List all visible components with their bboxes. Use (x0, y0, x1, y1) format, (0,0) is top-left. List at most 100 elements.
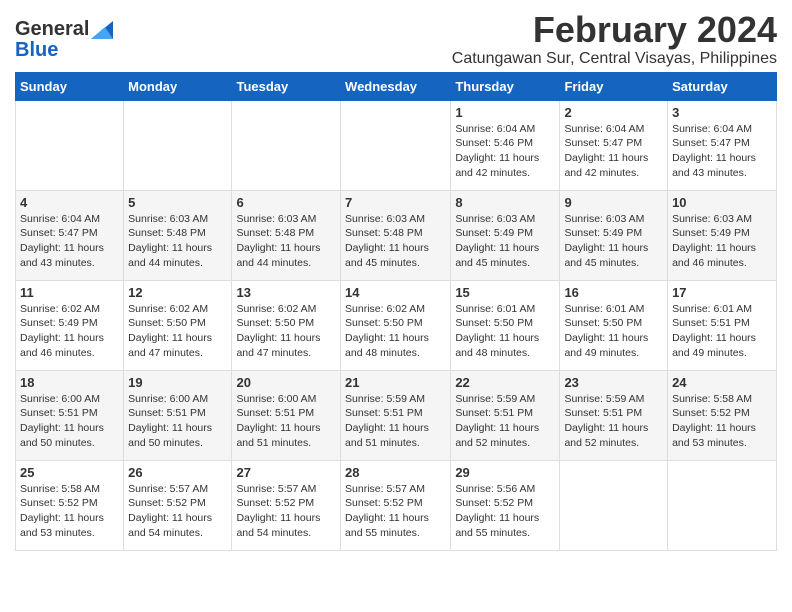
day-number: 17 (672, 285, 772, 300)
day-number: 14 (345, 285, 446, 300)
day-info: Sunrise: 5:58 AMSunset: 5:52 PMDaylight:… (20, 482, 119, 541)
calendar-cell: 11Sunrise: 6:02 AMSunset: 5:49 PMDayligh… (16, 280, 124, 370)
header-saturday: Saturday (668, 72, 777, 100)
calendar-week-row: 1 Sunrise: 6:04 AMSunset: 5:46 PMDaylight… (16, 100, 777, 190)
day-number: 22 (455, 375, 555, 390)
calendar-cell: 29Sunrise: 5:56 AMSunset: 5:52 PMDayligh… (451, 460, 560, 550)
day-number: 13 (236, 285, 336, 300)
day-info: Sunrise: 6:00 AMSunset: 5:51 PMDaylight:… (236, 392, 336, 451)
calendar-cell: 19 Sunrise: 6:00 AMSunset: 5:51 PMDayligh… (124, 370, 232, 460)
day-info: Sunrise: 5:59 AMSunset: 5:51 PMDaylight:… (564, 392, 663, 451)
day-info: Sunrise: 6:03 AMSunset: 5:48 PMDaylight:… (236, 212, 336, 271)
calendar-cell: 28 Sunrise: 5:57 AMSunset: 5:52 PMDayligh… (341, 460, 451, 550)
calendar-cell: 9Sunrise: 6:03 AMSunset: 5:49 PMDaylight… (560, 190, 668, 280)
day-info: Sunrise: 6:01 AMSunset: 5:51 PMDaylight:… (672, 302, 772, 361)
day-info: Sunrise: 6:04 AMSunset: 5:47 PMDaylight:… (672, 122, 772, 181)
logo-icon (91, 21, 113, 39)
calendar-cell: 12Sunrise: 6:02 AMSunset: 5:50 PMDayligh… (124, 280, 232, 370)
calendar-cell: 25 Sunrise: 5:58 AMSunset: 5:52 PMDayligh… (16, 460, 124, 550)
calendar-cell: 8 Sunrise: 6:03 AMSunset: 5:49 PMDaylight… (451, 190, 560, 280)
page-header: General Blue February 2024 Catungawan Su… (15, 10, 777, 68)
day-info: Sunrise: 5:57 AMSunset: 5:52 PMDaylight:… (345, 482, 446, 541)
logo: General Blue (15, 18, 113, 62)
day-info: Sunrise: 5:57 AMSunset: 5:52 PMDaylight:… (236, 482, 336, 541)
month-year-title: February 2024 (452, 10, 777, 50)
header-thursday: Thursday (451, 72, 560, 100)
calendar-cell (668, 460, 777, 550)
calendar-week-row: 4 Sunrise: 6:04 AMSunset: 5:47 PMDaylight… (16, 190, 777, 280)
calendar-week-row: 25 Sunrise: 5:58 AMSunset: 5:52 PMDayligh… (16, 460, 777, 550)
day-number: 10 (672, 195, 772, 210)
calendar-cell: 10 Sunrise: 6:03 AMSunset: 5:49 PMDayligh… (668, 190, 777, 280)
calendar-cell: 20 Sunrise: 6:00 AMSunset: 5:51 PMDayligh… (232, 370, 341, 460)
day-info: Sunrise: 6:04 AMSunset: 5:47 PMDaylight:… (20, 212, 119, 271)
header-sunday: Sunday (16, 72, 124, 100)
calendar-cell: 26 Sunrise: 5:57 AMSunset: 5:52 PMDayligh… (124, 460, 232, 550)
day-info: Sunrise: 6:02 AMSunset: 5:50 PMDaylight:… (128, 302, 227, 361)
calendar-cell: 14 Sunrise: 6:02 AMSunset: 5:50 PMDayligh… (341, 280, 451, 370)
header-monday: Monday (124, 72, 232, 100)
calendar-cell: 3 Sunrise: 6:04 AMSunset: 5:47 PMDaylight… (668, 100, 777, 190)
logo-blue: Blue (15, 39, 58, 62)
day-number: 8 (455, 195, 555, 210)
day-info: Sunrise: 6:04 AMSunset: 5:47 PMDaylight:… (564, 122, 663, 181)
calendar-cell (16, 100, 124, 190)
day-number: 29 (455, 465, 555, 480)
day-number: 18 (20, 375, 119, 390)
calendar-week-row: 11Sunrise: 6:02 AMSunset: 5:49 PMDayligh… (16, 280, 777, 370)
calendar-cell: 4 Sunrise: 6:04 AMSunset: 5:47 PMDaylight… (16, 190, 124, 280)
header-tuesday: Tuesday (232, 72, 341, 100)
day-number: 5 (128, 195, 227, 210)
location-subtitle: Catungawan Sur, Central Visayas, Philipp… (452, 50, 777, 68)
calendar-cell: 17 Sunrise: 6:01 AMSunset: 5:51 PMDayligh… (668, 280, 777, 370)
day-number: 28 (345, 465, 446, 480)
day-number: 21 (345, 375, 446, 390)
day-info: Sunrise: 6:03 AMSunset: 5:49 PMDaylight:… (564, 212, 663, 271)
calendar-cell: 5 Sunrise: 6:03 AMSunset: 5:48 PMDaylight… (124, 190, 232, 280)
day-number: 2 (564, 105, 663, 120)
day-number: 4 (20, 195, 119, 210)
day-info: Sunrise: 6:03 AMSunset: 5:48 PMDaylight:… (345, 212, 446, 271)
day-number: 20 (236, 375, 336, 390)
day-info: Sunrise: 5:57 AMSunset: 5:52 PMDaylight:… (128, 482, 227, 541)
day-number: 15 (455, 285, 555, 300)
day-info: Sunrise: 6:03 AMSunset: 5:49 PMDaylight:… (455, 212, 555, 271)
day-number: 24 (672, 375, 772, 390)
day-info: Sunrise: 6:00 AMSunset: 5:51 PMDaylight:… (128, 392, 227, 451)
calendar-cell: 23 Sunrise: 5:59 AMSunset: 5:51 PMDayligh… (560, 370, 668, 460)
calendar-cell: 24 Sunrise: 5:58 AMSunset: 5:52 PMDayligh… (668, 370, 777, 460)
day-number: 7 (345, 195, 446, 210)
calendar-cell: 15 Sunrise: 6:01 AMSunset: 5:50 PMDayligh… (451, 280, 560, 370)
header-friday: Friday (560, 72, 668, 100)
day-number: 1 (455, 105, 555, 120)
day-number: 25 (20, 465, 119, 480)
day-info: Sunrise: 6:03 AMSunset: 5:49 PMDaylight:… (672, 212, 772, 271)
calendar-cell: 13 Sunrise: 6:02 AMSunset: 5:50 PMDayligh… (232, 280, 341, 370)
calendar-cell: 27Sunrise: 5:57 AMSunset: 5:52 PMDayligh… (232, 460, 341, 550)
day-info: Sunrise: 5:58 AMSunset: 5:52 PMDaylight:… (672, 392, 772, 451)
day-info: Sunrise: 6:01 AMSunset: 5:50 PMDaylight:… (455, 302, 555, 361)
day-info: Sunrise: 5:59 AMSunset: 5:51 PMDaylight:… (455, 392, 555, 451)
calendar-cell (341, 100, 451, 190)
calendar-cell (124, 100, 232, 190)
day-number: 3 (672, 105, 772, 120)
day-info: Sunrise: 6:02 AMSunset: 5:49 PMDaylight:… (20, 302, 119, 361)
day-number: 19 (128, 375, 227, 390)
calendar-cell: 16Sunrise: 6:01 AMSunset: 5:50 PMDayligh… (560, 280, 668, 370)
calendar-cell (232, 100, 341, 190)
day-number: 26 (128, 465, 227, 480)
day-number: 16 (564, 285, 663, 300)
day-info: Sunrise: 6:02 AMSunset: 5:50 PMDaylight:… (236, 302, 336, 361)
day-info: Sunrise: 6:03 AMSunset: 5:48 PMDaylight:… (128, 212, 227, 271)
calendar-cell (560, 460, 668, 550)
day-info: Sunrise: 6:00 AMSunset: 5:51 PMDaylight:… (20, 392, 119, 451)
calendar-cell: 21Sunrise: 5:59 AMSunset: 5:51 PMDayligh… (341, 370, 451, 460)
day-info: Sunrise: 6:02 AMSunset: 5:50 PMDaylight:… (345, 302, 446, 361)
calendar-cell: 6 Sunrise: 6:03 AMSunset: 5:48 PMDaylight… (232, 190, 341, 280)
title-section: February 2024 Catungawan Sur, Central Vi… (452, 10, 777, 68)
day-number: 6 (236, 195, 336, 210)
day-number: 23 (564, 375, 663, 390)
calendar-cell: 18 Sunrise: 6:00 AMSunset: 5:51 PMDayligh… (16, 370, 124, 460)
day-info: Sunrise: 6:04 AMSunset: 5:46 PMDaylight:… (455, 122, 555, 181)
calendar-cell: 2 Sunrise: 6:04 AMSunset: 5:47 PMDaylight… (560, 100, 668, 190)
